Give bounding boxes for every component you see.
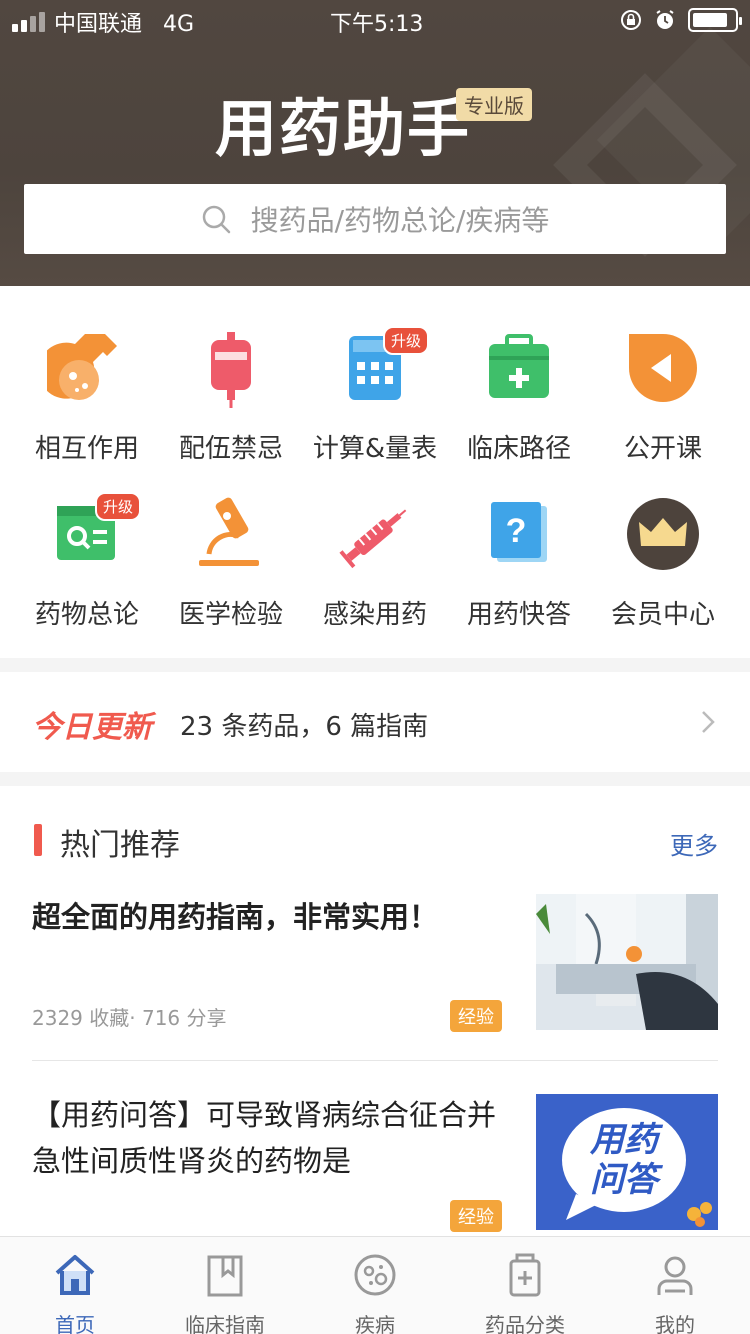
play-icon — [629, 334, 697, 402]
clock: 下午5:13 — [330, 12, 424, 37]
profile-icon — [657, 1256, 693, 1295]
feature-grid: 相互作用 配伍禁忌 升级 计算&量表 临床路径 公开课 升级 药物总论 医学检验… — [0, 286, 750, 658]
tab-home[interactable]: 首页 — [0, 1251, 150, 1334]
grid-item-quick-answer[interactable]: ? 用药快答 — [444, 496, 594, 631]
grid-item-interaction[interactable]: 相互作用 — [12, 330, 162, 465]
search-bar[interactable]: 搜药品/药物总论/疾病等 — [24, 184, 726, 254]
tab-drug-category[interactable]: 药品分类 — [450, 1251, 600, 1334]
disease-icon — [354, 1254, 396, 1296]
grid-item-clinical-path[interactable]: 临床路径 — [444, 330, 594, 465]
article-card[interactable]: 超全面的用药指南，非常实用！ 2329 收藏· 716 分享 经验 — [32, 894, 718, 1034]
app-logo: 用药助手 — [215, 92, 472, 165]
thumbnail-text: 用药问答 — [590, 1120, 658, 1200]
svg-text:?: ? — [506, 512, 527, 550]
search-icon — [202, 205, 230, 234]
article-tag: 经验 — [450, 1000, 502, 1032]
grid-item-membership[interactable]: 会员中心 — [588, 496, 738, 631]
rotation-lock-icon — [621, 10, 641, 30]
tab-bar: 首页 临床指南 疾病 药品分类 我的 — [0, 1236, 750, 1334]
article-title: 【用药问答】可导致肾病综合征合并急性间质性肾炎的药物是 — [32, 1098, 497, 1178]
iv-bag-icon — [211, 332, 251, 408]
today-update-text: 23 条药品，6 篇指南 — [180, 712, 429, 742]
more-link[interactable]: 更多 — [670, 826, 718, 861]
pro-badge: 专业版 — [456, 88, 532, 121]
flask-icon — [38, 334, 117, 400]
signal-icon — [12, 12, 45, 32]
medicine-bottle-icon — [509, 1253, 541, 1297]
divider — [32, 1060, 718, 1061]
microscope-icon — [199, 497, 259, 566]
status-bar: 中国联通 4G 下午5:13 — [0, 0, 750, 40]
article-thumbnail — [536, 894, 718, 1030]
guide-book-icon — [207, 1255, 243, 1297]
battery-icon — [688, 8, 742, 32]
home-icon — [55, 1255, 95, 1295]
article-tag: 经验 — [450, 1200, 502, 1232]
grid-item-infection[interactable]: 感染用药 — [300, 496, 450, 631]
tab-disease[interactable]: 疾病 — [300, 1251, 450, 1334]
article-card[interactable]: 【用药问答】可导致肾病综合征合并急性间质性肾炎的药物是 经验 用药问答 — [32, 1094, 718, 1234]
header: 中国联通 4G 下午5:13 用药助手 专业版 搜药品/药物总论/疾病等 — [0, 0, 750, 286]
section-title: 热门推荐 — [60, 828, 180, 863]
upgrade-badge: 升级 — [94, 492, 141, 521]
section-accent-bar — [34, 824, 42, 856]
grid-item-lab-test[interactable]: 医学检验 — [156, 496, 306, 631]
crown-icon — [627, 498, 699, 570]
chevron-right-icon — [702, 711, 715, 733]
article-thumbnail: 用药问答 — [536, 1094, 718, 1230]
grid-item-calculator[interactable]: 升级 计算&量表 — [300, 326, 450, 465]
article-title: 超全面的用药指南，非常实用！ — [32, 900, 439, 934]
carrier: 中国联通 4G — [54, 12, 195, 37]
tab-clinical-guide[interactable]: 临床指南 — [150, 1251, 300, 1334]
tab-profile[interactable]: 我的 — [600, 1251, 750, 1334]
search-placeholder: 搜药品/药物总论/疾病等 — [250, 204, 550, 237]
grid-item-open-course[interactable]: 公开课 — [588, 330, 738, 465]
grid-item-drug-overview[interactable]: 升级 药物总论 — [12, 492, 162, 631]
today-update-tag: 今日更新 — [32, 710, 152, 745]
medical-kit-icon — [489, 334, 549, 398]
upgrade-badge: 升级 — [382, 326, 429, 355]
question-book-icon: ? — [491, 502, 547, 562]
grid-item-incompatibility[interactable]: 配伍禁忌 — [156, 330, 306, 465]
syringe-icon — [339, 509, 407, 569]
alarm-icon — [656, 10, 674, 29]
today-update-bar[interactable]: 今日更新 23 条药品，6 篇指南 — [0, 672, 750, 772]
article-meta: 2329 收藏· 716 分享 — [32, 1006, 227, 1030]
hot-section: 热门推荐 更多 超全面的用药指南，非常实用！ 2329 收藏· 716 分享 经… — [0, 786, 750, 1236]
